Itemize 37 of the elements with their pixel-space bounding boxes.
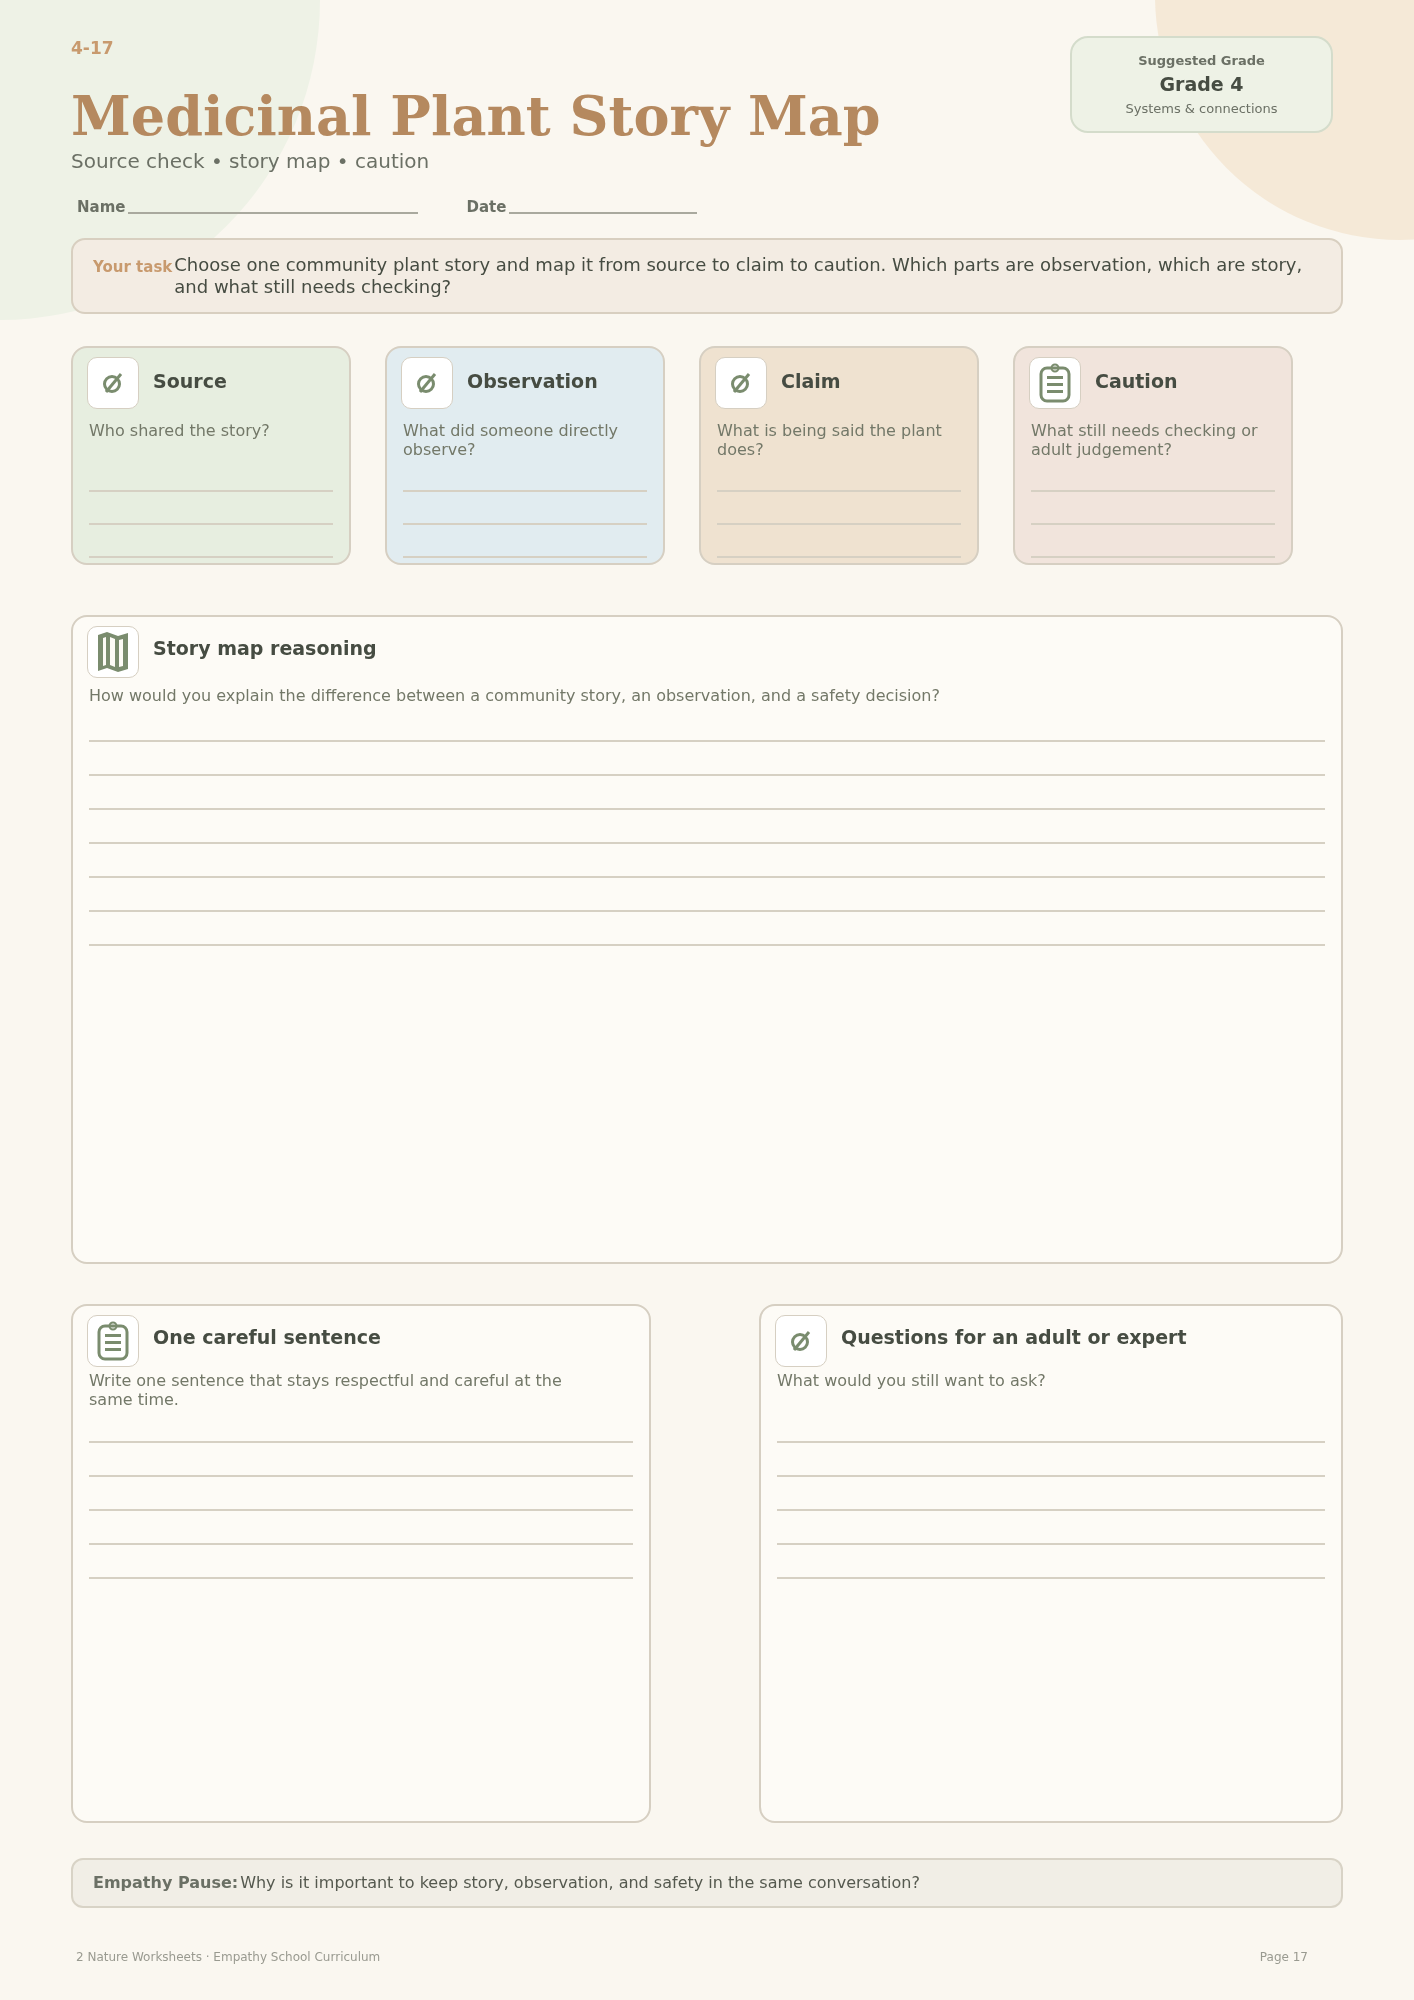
card-title: Claim [781,369,841,394]
clipboard-icon [1038,363,1072,403]
worksheet-code: 4-17 [71,37,115,60]
worksheet-title: Medicinal Plant Story Map [71,85,881,146]
card-prompt: What is being said the plant does? [716,421,943,459]
panel-prompt: How would you explain the difference between a community story, an observation, and a safety decision? [88,685,941,707]
card-prompt: What still needs checking or adult judgement? [1030,421,1259,459]
card-title: Observation [467,369,598,394]
slashed-circle-icon [789,1329,813,1353]
panel-prompt: Write one sentence that stays respectful and careful at the same time. [88,1371,563,1409]
card-title: Caution [1095,369,1178,394]
panel-title: Questions for an adult or expert [841,1325,1187,1350]
worksheet-subtitle: Source check • story map • caution [71,147,431,175]
card-prompt: What did someone directly observe? [402,421,620,459]
card-prompt: Who shared the story? [88,421,271,442]
field-label: Name [77,196,126,218]
task-text: Choose one community plant story and map it from source to claim to caution. Which parts are observation, which are story, and what still needs checking? [174,254,1304,298]
grade-label: Suggested Grade [1138,51,1265,70]
slashed-circle-icon [729,371,753,395]
panel-prompt: What would you still want to ask? [776,1371,1047,1392]
panel-title: Story map reasoning [153,636,377,661]
page-number: Page 17 [1259,1949,1308,1966]
empathy-label: Empathy Pause: [93,1872,239,1894]
card-title: Source [153,369,227,394]
footer-text: 2 Nature Worksheets · Empathy School Curriculum [76,1949,381,1966]
grade-strand: Systems & connections [1125,99,1278,118]
slashed-circle-icon [415,371,439,395]
empathy-text: Why is it important to keep story, observation, and safety in the same conversation? [240,1872,920,1894]
field-label: Date [466,196,507,218]
task-label: Your task [93,257,173,278]
slashed-circle-icon [101,371,125,395]
folded-map-icon [96,631,130,673]
clipboard-icon [96,1321,130,1361]
panel-title: One careful sentence [153,1325,381,1350]
fill-in-line[interactable] [509,212,698,214]
grade-value: Grade 4 [1159,72,1244,98]
fill-in-line[interactable] [128,212,419,214]
